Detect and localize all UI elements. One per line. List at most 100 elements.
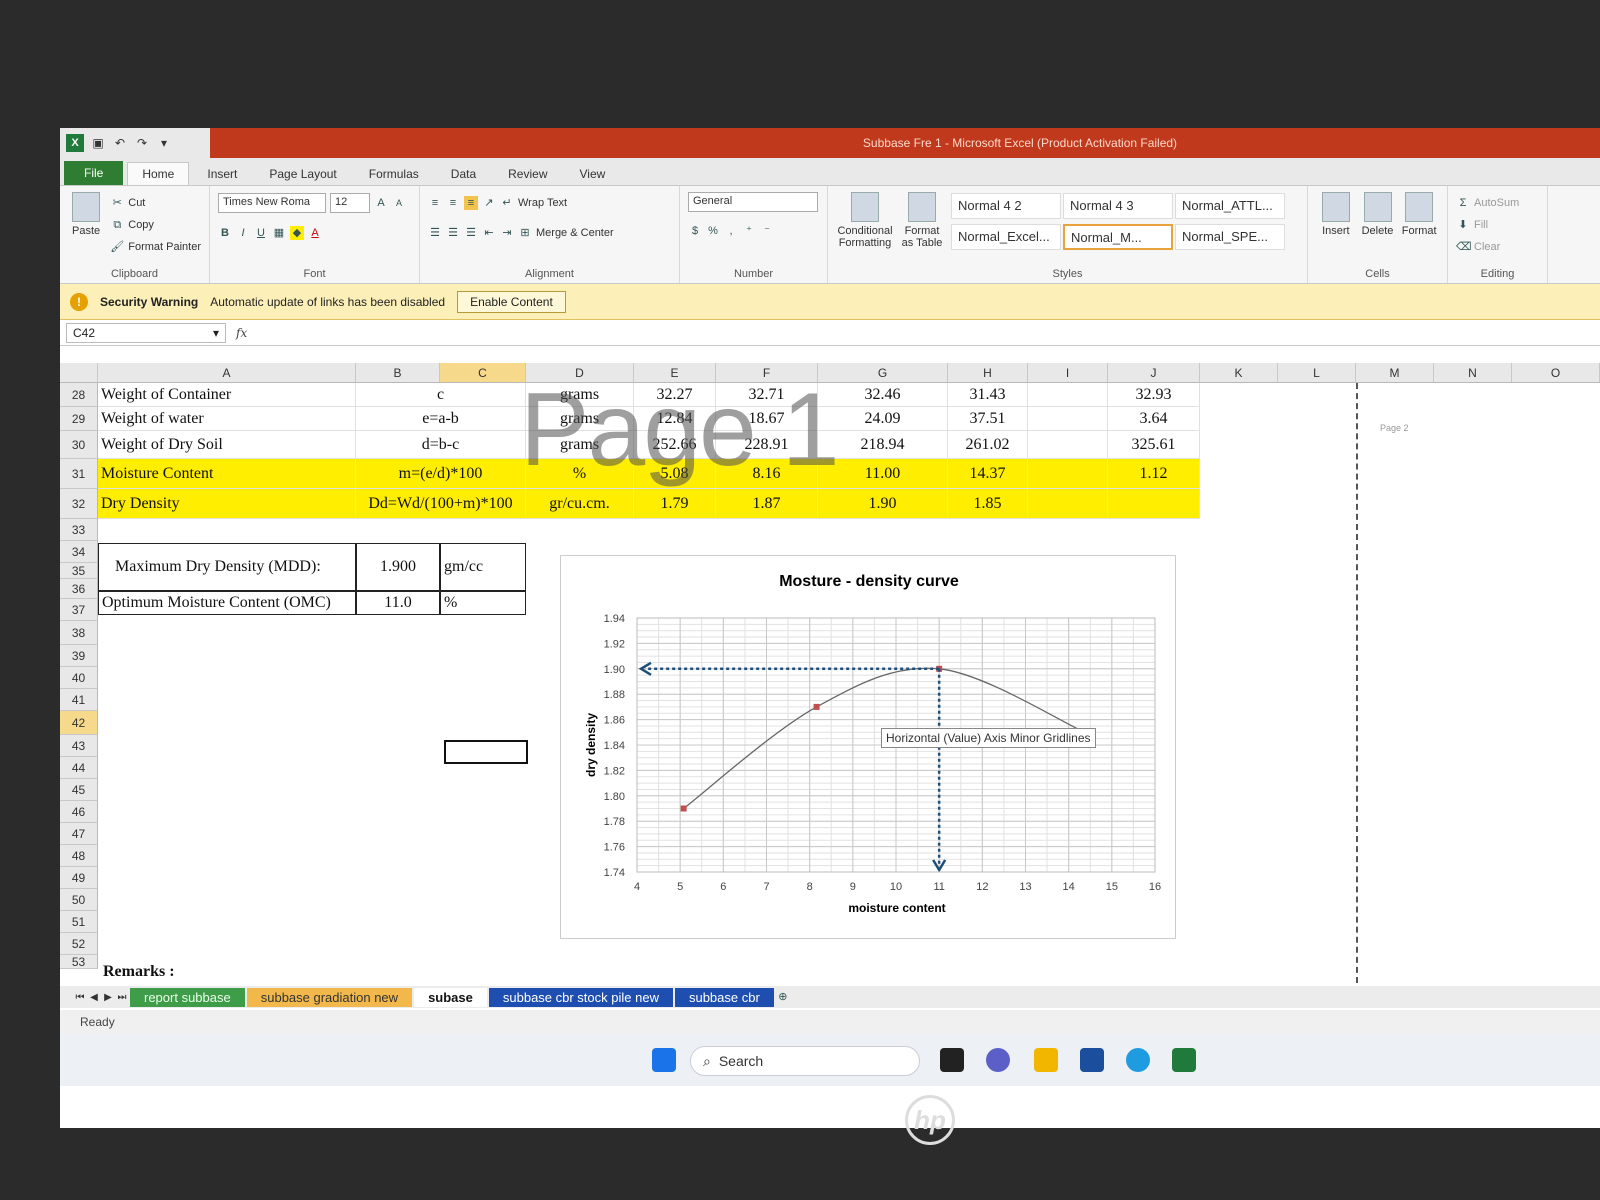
align-right-icon[interactable]: ☰ [464,226,478,240]
cell-b30[interactable]: d=b-c [356,431,526,459]
insert-cells-button[interactable]: Insert [1316,192,1356,265]
cell-h31[interactable]: 14.37 [948,459,1028,489]
row-header-35[interactable]: 35 [60,563,98,579]
next-sheet-icon[interactable]: ▶ [102,992,114,1003]
currency-icon[interactable]: $ [688,224,702,238]
comma-icon[interactable]: , [724,224,738,238]
omc-value[interactable]: 11.0 [356,591,440,615]
cell-f30[interactable]: 228.91 [716,431,818,459]
number-format-combo[interactable]: General [688,192,818,212]
select-all-corner[interactable] [60,363,98,383]
merge-center-button[interactable]: Merge & Center [536,227,614,239]
task-view-icon[interactable] [940,1048,964,1072]
mdd-unit[interactable]: gm/cc [440,543,526,591]
cell-d32[interactable]: gr/cu.cm. [526,489,634,519]
borders-icon[interactable]: ▦ [272,226,286,240]
col-header-n[interactable]: N [1434,363,1512,383]
cell-i29[interactable] [1028,407,1108,431]
cell-j32[interactable] [1108,489,1200,519]
sheet-tab-subbase-cbr-stock-pile-new[interactable]: subbase cbr stock pile new [488,987,673,1007]
row-header-53[interactable]: 53 [60,955,98,969]
prev-sheet-icon[interactable]: ◀ [88,992,100,1003]
cell-h30[interactable]: 261.02 [948,431,1028,459]
cell-g30[interactable]: 218.94 [818,431,948,459]
format-cells-button[interactable]: Format [1399,192,1439,265]
cell-h28[interactable]: 31.43 [948,383,1028,407]
style-normal-4-3[interactable]: Normal 4 3 [1063,193,1173,219]
style-normal-4-2[interactable]: Normal 4 2 [951,193,1061,219]
col-header-d[interactable]: D [526,363,634,383]
cell-a30[interactable]: Weight of Dry Soil [98,431,356,459]
align-top-icon[interactable]: ≡ [428,196,442,210]
col-header-j[interactable]: J [1108,363,1200,383]
row-header-33[interactable]: 33 [60,519,98,541]
row-header[interactable]: 30 [60,431,98,459]
percent-icon[interactable]: % [706,224,720,238]
row-header-44[interactable]: 44 [60,757,98,779]
cell-j28[interactable]: 32.93 [1108,383,1200,407]
row-header[interactable]: 28 [60,383,98,407]
last-sheet-icon[interactable]: ⏭ [116,992,128,1003]
tab-formulas[interactable]: Formulas [355,163,433,185]
cell-d28[interactable]: grams [526,383,634,407]
chat-icon[interactable] [986,1048,1010,1072]
active-cell-c42[interactable] [444,740,528,764]
cut-button[interactable]: ✂ Cut [110,192,201,214]
col-header-l[interactable]: L [1278,363,1356,383]
cell-j31[interactable]: 1.12 [1108,459,1200,489]
sheet-tab-subase[interactable]: subase [414,987,487,1007]
remarks-label[interactable]: Remarks : [100,961,500,983]
format-as-table-button[interactable]: Format as Table [900,192,944,265]
cell-h32[interactable]: 1.85 [948,489,1028,519]
cell-g29[interactable]: 24.09 [818,407,948,431]
row-header-47[interactable]: 47 [60,823,98,845]
row-header-49[interactable]: 49 [60,867,98,889]
cell-e30[interactable]: 252.66 [634,431,716,459]
row-header[interactable]: 29 [60,407,98,431]
omc-unit[interactable]: % [440,591,526,615]
cell-d29[interactable]: grams [526,407,634,431]
cell-e28[interactable]: 32.27 [634,383,716,407]
decrease-decimal-icon[interactable]: ⁻ [760,224,774,238]
cell-e32[interactable]: 1.79 [634,489,716,519]
row-header-39[interactable]: 39 [60,645,98,667]
grow-font-icon[interactable]: A [374,196,388,210]
cell-b28[interactable]: c [356,383,526,407]
row-header-46[interactable]: 46 [60,801,98,823]
sheet-tab-report-subbase[interactable]: report subbase [130,987,245,1007]
wrap-text-button[interactable]: Wrap Text [518,197,567,209]
first-sheet-icon[interactable]: ⏮ [74,992,86,1003]
fill-button[interactable]: ⬇ Fill [1456,214,1539,236]
row-header-50[interactable]: 50 [60,889,98,911]
file-explorer-icon[interactable] [1034,1048,1058,1072]
function-icon[interactable]: fx [236,326,247,340]
align-center-icon[interactable]: ☰ [446,226,460,240]
increase-decimal-icon[interactable]: ⁺ [742,224,756,238]
conditional-formatting-button[interactable]: Conditional Formatting [836,192,894,265]
align-bottom-icon[interactable]: ≡ [464,196,478,210]
cell-a29[interactable]: Weight of water [98,407,356,431]
cell-f28[interactable]: 32.71 [716,383,818,407]
increase-indent-icon[interactable]: ⇥ [500,226,514,240]
cell-e31[interactable]: 5.08 [634,459,716,489]
cell-i28[interactable] [1028,383,1108,407]
col-header-e[interactable]: E [634,363,716,383]
cell-g32[interactable]: 1.90 [818,489,948,519]
format-painter-button[interactable]: 🖌 Format Painter [110,236,201,258]
orientation-icon[interactable]: ↗ [482,196,496,210]
autosum-button[interactable]: Σ AutoSum [1456,192,1539,214]
tab-review[interactable]: Review [494,163,561,185]
cell-f31[interactable]: 8.16 [716,459,818,489]
clear-button[interactable]: ⌫ Clear [1456,236,1539,258]
decrease-indent-icon[interactable]: ⇤ [482,226,496,240]
row-header-51[interactable]: 51 [60,911,98,933]
cell-f29[interactable]: 18.67 [716,407,818,431]
fill-color-icon[interactable]: ◆ [290,226,304,240]
moisture-density-chart[interactable]: Mosture - density curve 4 5 6 7 8 9 10 11 12 13 14 1… [560,555,1176,939]
col-header-g[interactable]: G [818,363,948,383]
row-header[interactable]: 31 [60,459,98,489]
mdd-value[interactable]: 1.900 [356,543,440,591]
cell-j30[interactable]: 325.61 [1108,431,1200,459]
cell-e29[interactable]: 12.84 [634,407,716,431]
tab-view[interactable]: View [566,163,620,185]
